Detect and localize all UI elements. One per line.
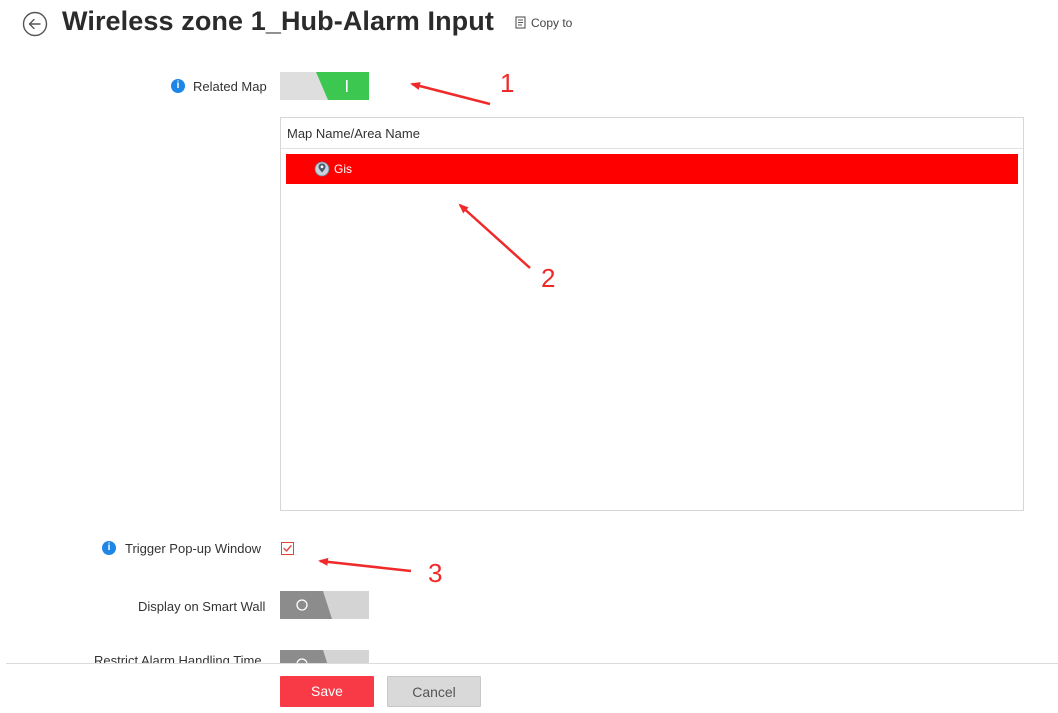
annotation-arrow-2	[458, 203, 531, 269]
annotation-arrows	[318, 82, 531, 573]
annotation-label-1: 1	[500, 68, 515, 98]
annotation-arrow-3	[318, 557, 412, 573]
annotation-label-3: 3	[428, 558, 443, 588]
annotation-arrow-1	[410, 82, 491, 106]
annotation-label-2: 2	[541, 263, 556, 293]
